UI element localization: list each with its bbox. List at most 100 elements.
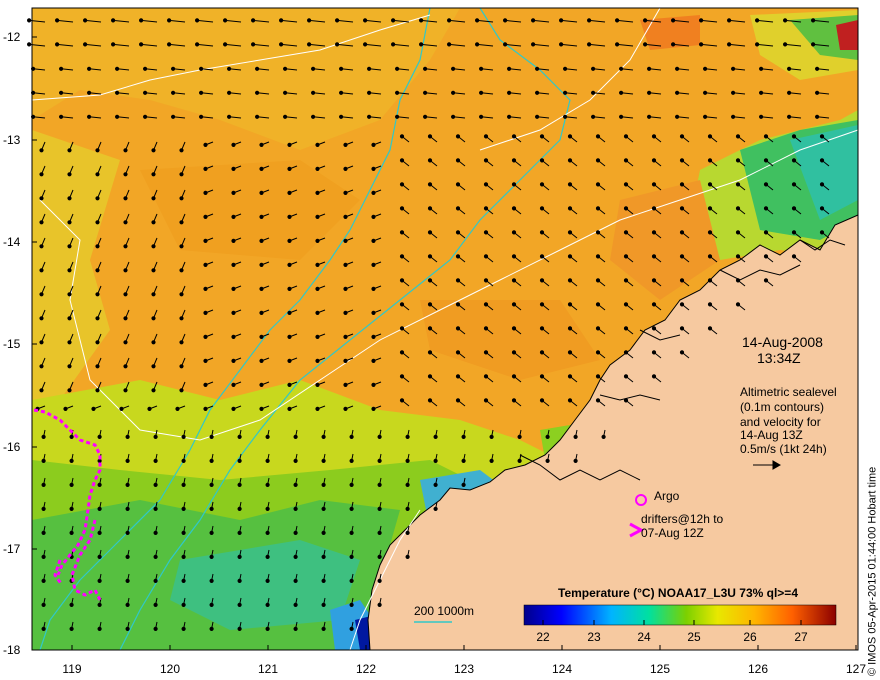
- velocity-arrow-head: [377, 506, 382, 511]
- velocity-arrow-head: [377, 482, 382, 487]
- velocity-arrow-head: [123, 292, 128, 297]
- velocity-arrow-head: [181, 626, 186, 632]
- velocity-arrow-head: [651, 206, 657, 211]
- velocity-arrow-head: [119, 406, 124, 411]
- velocity-arrow-head: [231, 382, 236, 387]
- velocity-arrow-head: [791, 134, 797, 139]
- velocity-arrow-head: [315, 406, 320, 411]
- velocity-arrow-head: [41, 482, 46, 487]
- velocity-arrow-head: [623, 278, 629, 283]
- velocity-arrow-head: [179, 244, 184, 249]
- velocity-arrow-head: [111, 42, 116, 47]
- velocity-arrow-head: [87, 90, 92, 95]
- velocity-arrow-head: [679, 278, 685, 283]
- velocity-arrow-head: [203, 238, 208, 243]
- y-tick-label: -13: [3, 133, 21, 147]
- velocity-arrow-head: [679, 302, 685, 307]
- velocity-arrow-head: [427, 374, 433, 379]
- velocity-arrow-head: [223, 42, 228, 47]
- velocity-arrow-head: [153, 578, 158, 584]
- velocity-arrow-head: [735, 182, 741, 187]
- velocity-arrow-head: [595, 134, 601, 139]
- velocity-arrow-head: [595, 158, 601, 163]
- altimetry-note-line: (0.1m contours): [740, 400, 825, 414]
- velocity-arrow-head: [123, 364, 128, 369]
- velocity-arrow-head: [651, 302, 657, 307]
- velocity-arrow-head: [343, 214, 348, 219]
- y-tick-label: -15: [3, 337, 21, 351]
- velocity-arrow-head: [179, 268, 184, 273]
- velocity-arrow-head: [647, 114, 652, 119]
- velocity-arrow-head: [283, 114, 288, 119]
- velocity-arrow-head: [265, 530, 270, 536]
- velocity-arrow-head: [763, 254, 769, 259]
- velocity-arrow-head: [153, 506, 158, 511]
- velocity-arrow-head: [335, 42, 340, 47]
- velocity-arrow-head: [707, 278, 713, 283]
- velocity-arrow-head: [679, 350, 685, 355]
- colorbar-title: Temperature (°C) NOAA17_L3U 73% ql>=4: [558, 586, 798, 600]
- velocity-arrow-head: [321, 458, 326, 463]
- velocity-arrow-head: [349, 506, 354, 511]
- x-tick-label: 123: [453, 662, 475, 676]
- velocity-arrow-head: [455, 230, 461, 235]
- velocity-arrow-head: [265, 578, 270, 584]
- velocity-arrow-head: [139, 18, 144, 23]
- velocity-arrow-head: [259, 238, 264, 243]
- velocity-arrow-head: [427, 182, 433, 187]
- velocity-arrow-head: [203, 262, 208, 267]
- velocity-arrow-head: [559, 18, 564, 23]
- velocity-arrow-head: [419, 42, 424, 47]
- velocity-arrow-head: [427, 158, 433, 163]
- velocity-arrow-head: [511, 158, 517, 163]
- velocity-arrow-head: [791, 182, 797, 187]
- velocity-arrow-head: [451, 66, 456, 71]
- velocity-arrow-head: [815, 114, 820, 119]
- velocity-arrow-head: [97, 554, 102, 560]
- velocity-arrow-head: [315, 214, 320, 219]
- velocity-arrow-head: [563, 90, 568, 95]
- velocity-arrow-head: [349, 602, 354, 608]
- x-tick-label: 127: [845, 662, 867, 676]
- velocity-arrow-head: [475, 18, 480, 23]
- velocity-arrow-head: [595, 254, 601, 259]
- velocity-arrow-head: [483, 134, 489, 139]
- velocity-arrow-head: [279, 42, 284, 47]
- velocity-arrow-head: [675, 114, 680, 119]
- velocity-arrow-head: [151, 244, 156, 249]
- colorbar-tick-label: 23: [587, 630, 601, 644]
- velocity-arrow-head: [311, 114, 316, 119]
- velocity-arrow-head: [651, 158, 657, 163]
- velocity-arrow-head: [545, 458, 550, 463]
- velocity-arrow-head: [539, 302, 545, 307]
- velocity-arrow-head: [153, 530, 158, 536]
- velocity-arrow-head: [399, 398, 405, 403]
- velocity-arrow-head: [511, 374, 517, 379]
- velocity-arrow-head: [573, 434, 578, 439]
- velocity-arrow-head: [377, 554, 382, 560]
- velocity-arrow-head: [209, 482, 214, 487]
- velocity-arrow-head: [595, 206, 601, 211]
- velocity-arrow-head: [147, 406, 152, 411]
- velocity-arrow-head: [125, 626, 130, 632]
- velocity-arrow-head: [69, 458, 74, 463]
- velocity-arrow-head: [539, 398, 545, 403]
- velocity-arrow-head: [203, 358, 208, 363]
- velocity-arrow-head: [97, 458, 102, 463]
- velocity-arrow-head: [231, 358, 236, 363]
- velocity-arrow-head: [115, 114, 120, 119]
- velocity-arrow-head: [707, 230, 713, 235]
- velocity-arrow-head: [735, 254, 741, 259]
- velocity-arrow-head: [287, 190, 292, 195]
- velocity-arrow-head: [315, 142, 320, 147]
- velocity-arrow-head: [321, 578, 326, 584]
- velocity-arrow-head: [703, 114, 708, 119]
- velocity-arrow-head: [171, 114, 176, 119]
- velocity-arrow-head: [819, 230, 825, 235]
- x-tick-label: 119: [62, 662, 82, 676]
- altimetry-note-line: 0.5m/s (1kt 24h): [740, 442, 827, 456]
- velocity-arrow-head: [171, 66, 176, 71]
- velocity-arrow-head: [339, 114, 344, 119]
- velocity-arrow-head: [703, 90, 708, 95]
- velocity-arrow-head: [237, 434, 242, 439]
